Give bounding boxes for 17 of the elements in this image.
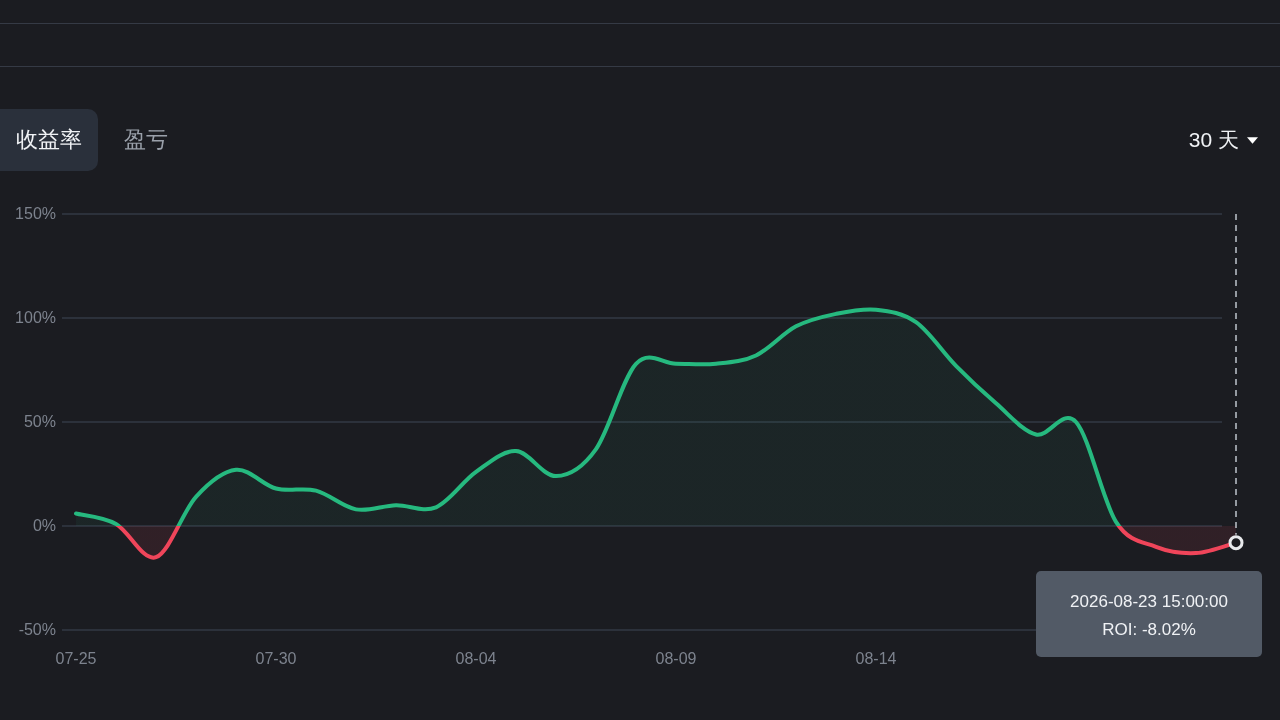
x-axis-label: 07-30 <box>255 650 297 667</box>
tab[interactable]: 盈亏 <box>108 109 184 171</box>
tooltip-date: 2026-08-23 15:00:00 <box>1069 591 1229 613</box>
caret-icon <box>1247 136 1258 144</box>
x-axis-label: 08-04 <box>455 650 497 667</box>
x-axis-label: 08-09 <box>655 650 697 667</box>
x-axis-label: 08-14 <box>855 650 897 667</box>
tab[interactable]: 收益率 <box>0 109 98 171</box>
y-axis-label: 100% <box>15 309 56 326</box>
x-axis-label: 07-25 <box>55 650 97 667</box>
y-axis-label: -50% <box>18 621 56 638</box>
y-axis-label: 50% <box>23 413 56 430</box>
data-point-marker <box>1228 535 1244 551</box>
tooltip-value: ROI: -8.02% <box>1101 619 1197 641</box>
period-dropdown[interactable]: 30 天 <box>1188 126 1258 154</box>
y-axis-label: 150% <box>15 205 56 222</box>
y-axis-label: 0% <box>32 517 56 534</box>
